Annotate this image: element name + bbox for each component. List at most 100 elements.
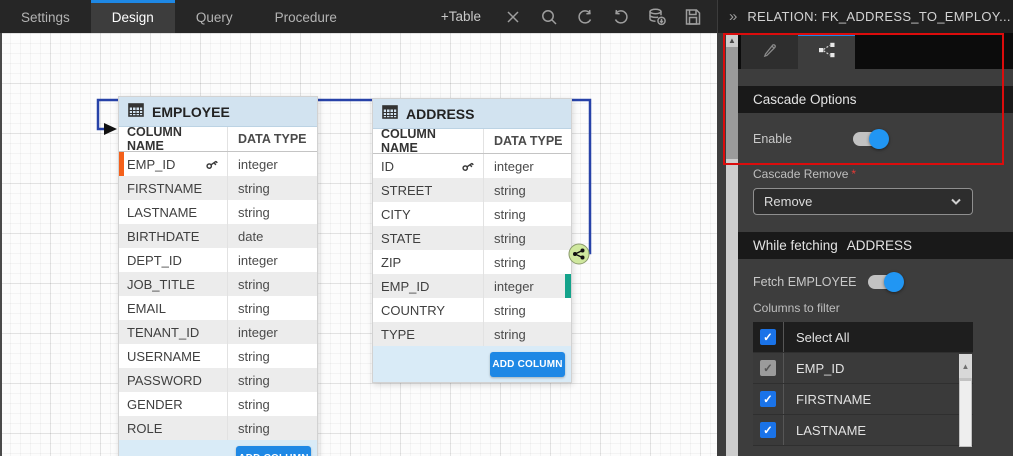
tab-edit-pencil[interactable] <box>741 33 798 69</box>
filter-item-label: Select All <box>784 322 849 352</box>
table-title: ADDRESS <box>406 106 474 122</box>
column-row-emp-id[interactable]: EMP_ID integer <box>119 152 317 176</box>
column-row[interactable]: CITYstring <box>373 202 571 226</box>
table-header-row: COLUMN NAME DATA TYPE <box>373 129 571 154</box>
filter-row-emp-id[interactable]: EMP_ID <box>753 353 973 384</box>
column-row[interactable]: BIRTHDATE date <box>119 224 317 248</box>
filter-item-label: LASTNAME <box>784 415 866 445</box>
checkbox-checked[interactable] <box>760 391 776 407</box>
relation-endpoint-icon[interactable] <box>568 243 590 265</box>
scroll-up-icon[interactable] <box>959 354 972 378</box>
column-type: string <box>228 373 317 388</box>
column-name: LASTNAME <box>127 205 197 220</box>
column-row[interactable]: ROLEstring <box>119 416 317 440</box>
tab-design[interactable]: Design <box>91 0 175 33</box>
panel-tabs <box>738 33 1013 69</box>
checkbox-checked[interactable] <box>760 422 776 438</box>
column-row[interactable]: ZIPstring <box>373 250 571 274</box>
fetch-toggle[interactable] <box>868 275 901 289</box>
chevron-down-icon <box>950 194 962 209</box>
required-asterisk: * <box>851 167 856 181</box>
search-icon[interactable] <box>538 6 559 27</box>
column-row[interactable]: STREETstring <box>373 178 571 202</box>
list-scrollbar[interactable] <box>959 354 972 447</box>
column-row[interactable]: JOB_TITLEstring <box>119 272 317 296</box>
column-row[interactable]: COUNTRY string <box>373 298 571 322</box>
column-row[interactable]: FIRSTNAMEstring <box>119 176 317 200</box>
header-data-type: DATA TYPE <box>484 134 571 148</box>
column-row[interactable]: GENDERstring <box>119 392 317 416</box>
column-name: TYPE <box>381 327 415 342</box>
database-export-icon[interactable] <box>646 6 667 27</box>
column-row-emp-id[interactable]: EMP_IDinteger <box>373 274 571 298</box>
add-column-button[interactable]: ADD COLUMN <box>236 446 311 456</box>
add-column-button[interactable]: ADD COLUMN <box>490 352 565 377</box>
column-row[interactable]: LASTNAME string <box>119 200 317 224</box>
relation-icon <box>817 40 837 65</box>
checkbox-checked[interactable] <box>760 329 776 345</box>
table-header-row: COLUMN NAME DATA TYPE <box>119 127 317 152</box>
column-row[interactable]: DEPT_IDinteger <box>119 248 317 272</box>
filter-row-select-all[interactable]: Select All <box>753 322 973 353</box>
column-type: date <box>228 229 317 244</box>
column-name: JOB_TITLE <box>127 277 195 292</box>
tab-query[interactable]: Query <box>175 0 254 33</box>
design-canvas[interactable]: EMPLOYEE COLUMN NAME DATA TYPE EMP_ID in… <box>0 33 717 456</box>
scrollbar-thumb[interactable] <box>726 47 738 159</box>
column-type: string <box>228 181 317 196</box>
scroll-up-icon[interactable] <box>726 33 738 47</box>
column-type: string <box>484 183 571 198</box>
column-row[interactable]: USERNAMEstring <box>119 344 317 368</box>
column-row[interactable]: TENANT_ID integer <box>119 320 317 344</box>
column-name: EMP_ID <box>127 157 175 172</box>
primary-key-icon <box>205 158 218 171</box>
column-name: BIRTHDATE <box>127 229 199 244</box>
enable-toggle[interactable] <box>853 132 886 146</box>
column-type: string <box>228 349 317 364</box>
table-footer: ADD COLUMN <box>119 440 317 456</box>
tab-settings[interactable]: Settings <box>0 0 91 33</box>
column-type: integer <box>228 325 317 340</box>
header-data-type: DATA TYPE <box>228 132 317 146</box>
cascade-options-header: Cascade Options <box>738 86 1013 113</box>
column-name: PASSWORD <box>127 373 202 388</box>
table-address-titlebar[interactable]: ADDRESS <box>373 99 571 129</box>
scrollbar-thumb[interactable] <box>960 381 971 446</box>
column-row[interactable]: EMAILstring <box>119 296 317 320</box>
table-employee[interactable]: EMPLOYEE COLUMN NAME DATA TYPE EMP_ID in… <box>118 96 318 456</box>
undo-icon[interactable] <box>574 6 595 27</box>
tab-procedure[interactable]: Procedure <box>254 0 358 33</box>
filter-item-label: FIRSTNAME <box>784 384 871 414</box>
table-title: EMPLOYEE <box>152 104 230 120</box>
column-row[interactable]: TYPEstring <box>373 322 571 346</box>
redo-icon[interactable] <box>610 6 631 27</box>
column-name: DEPT_ID <box>127 253 182 268</box>
add-table-button[interactable]: +Table <box>441 9 481 24</box>
collapse-panel-icon[interactable] <box>729 8 737 25</box>
close-icon[interactable] <box>502 6 523 27</box>
properties-panel: Cascade Options Enable Cascade Remove* R… <box>717 33 1013 456</box>
cascade-remove-select[interactable]: Remove <box>753 188 973 215</box>
column-name: COUNTRY <box>381 303 445 318</box>
relation-line[interactable] <box>0 33 717 456</box>
column-name: EMP_ID <box>381 279 429 294</box>
column-row[interactable]: PASSWORD string <box>119 368 317 392</box>
column-name: ID <box>381 159 394 174</box>
cascade-remove-label: Cascade Remove* <box>753 167 998 181</box>
header-column-name: COLUMN NAME <box>119 127 228 151</box>
column-name: TENANT_ID <box>127 325 199 340</box>
save-icon[interactable] <box>682 6 703 27</box>
column-type: string <box>484 303 571 318</box>
panel-scrollbar[interactable] <box>726 33 738 456</box>
fetch-label: Fetch EMPLOYEE <box>753 275 868 289</box>
table-address[interactable]: ADDRESS COLUMN NAME DATA TYPE ID integer… <box>372 98 572 383</box>
filter-row-firstname[interactable]: FIRSTNAME <box>753 384 973 415</box>
column-type: string <box>228 205 317 220</box>
tab-relation[interactable] <box>798 33 855 69</box>
filter-item-label: EMP_ID <box>784 353 844 383</box>
column-row-id[interactable]: ID integer <box>373 154 571 178</box>
column-row[interactable]: STATEstring <box>373 226 571 250</box>
table-employee-titlebar[interactable]: EMPLOYEE <box>119 97 317 127</box>
filter-row-lastname[interactable]: LASTNAME <box>753 415 973 446</box>
column-type: string <box>484 255 571 270</box>
